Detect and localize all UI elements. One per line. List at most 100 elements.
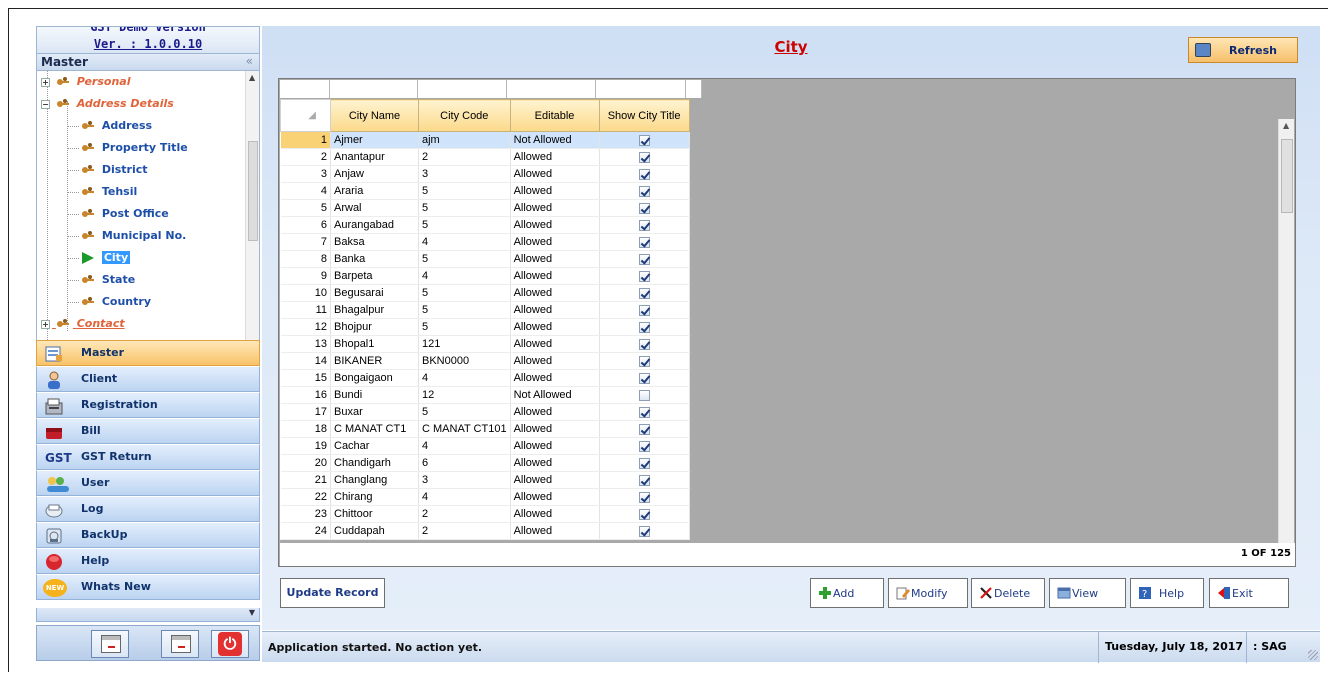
filter-cell[interactable] <box>418 80 507 98</box>
table-row[interactable]: 7 Baksa 4 Allowed <box>280 233 690 251</box>
editable-cell[interactable]: Allowed <box>510 505 600 523</box>
nav-log[interactable]: Log <box>36 496 260 522</box>
update-record-button[interactable]: Update Record <box>280 578 385 608</box>
table-row[interactable]: 8 Banka 5 Allowed <box>280 250 690 268</box>
scroll-thumb[interactable] <box>1281 139 1293 213</box>
row-number[interactable]: 15 <box>280 369 331 387</box>
editable-cell[interactable]: Allowed <box>510 301 600 319</box>
city-code-cell[interactable]: 5 <box>418 199 511 217</box>
city-name-cell[interactable]: Bundi <box>330 386 419 404</box>
tree-node-address-details[interactable]: − Address Details <box>41 95 174 113</box>
tree-node-tehsil[interactable]: Tehsil <box>81 183 137 201</box>
tree-scrollbar[interactable]: ▲ ▼ <box>245 71 259 353</box>
city-name-cell[interactable]: C MANAT CT1 <box>330 420 419 438</box>
tree-node-country[interactable]: Country <box>81 293 151 311</box>
show-city-title-checkbox[interactable] <box>638 253 650 265</box>
show-city-title-cell[interactable] <box>599 267 690 285</box>
tree-node-municipal-no[interactable]: Municipal No. <box>81 227 186 245</box>
city-name-cell[interactable]: Chittoor <box>330 505 419 523</box>
city-code-cell[interactable]: 4 <box>418 267 511 285</box>
city-code-cell[interactable]: 12 <box>418 386 511 404</box>
nav-user[interactable]: User <box>36 470 260 496</box>
city-code-cell[interactable]: 3 <box>418 471 511 489</box>
row-number[interactable]: 5 <box>280 199 331 217</box>
table-row[interactable]: 6 Aurangabad 5 Allowed <box>280 216 690 234</box>
show-city-title-cell[interactable] <box>599 318 690 336</box>
editable-cell[interactable]: Allowed <box>510 420 600 438</box>
city-name-cell[interactable]: Chirang <box>330 488 419 506</box>
city-code-cell[interactable]: 5 <box>418 318 511 336</box>
editable-cell[interactable]: Allowed <box>510 437 600 455</box>
table-row[interactable]: 17 Buxar 5 Allowed <box>280 403 690 421</box>
row-header-corner[interactable]: ◢ <box>280 99 331 132</box>
nav-whats-new[interactable]: NEW Whats New <box>36 574 260 600</box>
show-city-title-cell[interactable] <box>599 386 690 404</box>
show-city-title-checkbox[interactable] <box>638 525 650 537</box>
city-name-cell[interactable]: Banka <box>330 250 419 268</box>
scroll-up-icon[interactable]: ▲ <box>249 73 255 82</box>
editable-cell[interactable]: Allowed <box>510 284 600 302</box>
expand-icon[interactable]: + <box>41 319 50 329</box>
tree-node-contact[interactable]: + Contact <box>41 315 125 333</box>
editable-cell[interactable]: Allowed <box>510 488 600 506</box>
show-city-title-cell[interactable] <box>599 403 690 421</box>
help-button[interactable]: ? Help <box>1130 578 1204 608</box>
filter-cell[interactable] <box>330 80 418 98</box>
show-city-title-checkbox[interactable] <box>638 457 650 469</box>
city-name-cell[interactable]: Begusarai <box>330 284 419 302</box>
show-city-title-cell[interactable] <box>599 250 690 268</box>
tree-node-personal[interactable]: + Personal <box>41 73 130 91</box>
table-row[interactable]: 12 Bhojpur 5 Allowed <box>280 318 690 336</box>
city-name-cell[interactable]: Changlang <box>330 471 419 489</box>
city-name-cell[interactable]: Buxar <box>330 403 419 421</box>
city-name-cell[interactable]: Cuddapah <box>330 522 419 540</box>
table-row[interactable]: 3 Anjaw 3 Allowed <box>280 165 690 183</box>
city-code-cell[interactable]: 2 <box>418 505 511 523</box>
chevron-down-icon[interactable]: ▼ <box>249 608 255 617</box>
city-code-cell[interactable]: 2 <box>418 522 511 540</box>
editable-cell[interactable]: Allowed <box>510 165 600 183</box>
city-code-cell[interactable]: BKN0000 <box>418 352 511 370</box>
row-number[interactable]: 8 <box>280 250 331 268</box>
show-city-title-checkbox[interactable] <box>638 202 650 214</box>
row-number[interactable]: 17 <box>280 403 331 421</box>
table-row[interactable]: 9 Barpeta 4 Allowed <box>280 267 690 285</box>
table-row[interactable]: 19 Cachar 4 Allowed <box>280 437 690 455</box>
city-name-cell[interactable]: BIKANER <box>330 352 419 370</box>
row-number[interactable]: 6 <box>280 216 331 234</box>
city-code-cell[interactable]: 4 <box>418 233 511 251</box>
editable-cell[interactable]: Not Allowed <box>510 386 600 404</box>
show-city-title-cell[interactable] <box>599 335 690 353</box>
row-number[interactable]: 19 <box>280 437 331 455</box>
tree-node-city[interactable]: City <box>81 249 131 267</box>
editable-cell[interactable]: Allowed <box>510 199 600 217</box>
row-number[interactable]: 23 <box>280 505 331 523</box>
nav-gst-return[interactable]: GST GST Return <box>36 444 260 470</box>
show-city-title-cell[interactable] <box>599 471 690 489</box>
editable-cell[interactable]: Allowed <box>510 471 600 489</box>
filter-cell[interactable] <box>596 80 686 98</box>
restore-window-button[interactable] <box>161 630 199 658</box>
tree-node-state[interactable]: State <box>81 271 135 289</box>
nav-client[interactable]: Client <box>36 366 260 392</box>
tree-node-property-title[interactable]: Property Title <box>81 139 188 157</box>
city-code-cell[interactable]: 4 <box>418 437 511 455</box>
table-row[interactable]: 24 Cuddapah 2 Allowed <box>280 522 690 540</box>
row-number[interactable]: 1 <box>280 131 331 149</box>
expand-icon[interactable]: + <box>41 77 50 87</box>
city-code-cell[interactable]: 5 <box>418 284 511 302</box>
show-city-title-cell[interactable] <box>599 233 690 251</box>
table-row[interactable]: 5 Arwal 5 Allowed <box>280 199 690 217</box>
editable-cell[interactable]: Allowed <box>510 233 600 251</box>
modify-button[interactable]: Modify <box>888 578 968 608</box>
city-code-cell[interactable]: 5 <box>418 216 511 234</box>
column-header-city-name[interactable]: City Name <box>330 99 419 132</box>
show-city-title-checkbox[interactable] <box>638 287 650 299</box>
city-code-cell[interactable]: 121 <box>418 335 511 353</box>
power-button[interactable]: ⏻ <box>211 630 249 658</box>
show-city-title-cell[interactable] <box>599 437 690 455</box>
show-city-title-checkbox[interactable] <box>638 440 650 452</box>
city-name-cell[interactable]: Arwal <box>330 199 419 217</box>
row-number[interactable]: 11 <box>280 301 331 319</box>
collapse-icon[interactable]: « <box>246 54 253 68</box>
